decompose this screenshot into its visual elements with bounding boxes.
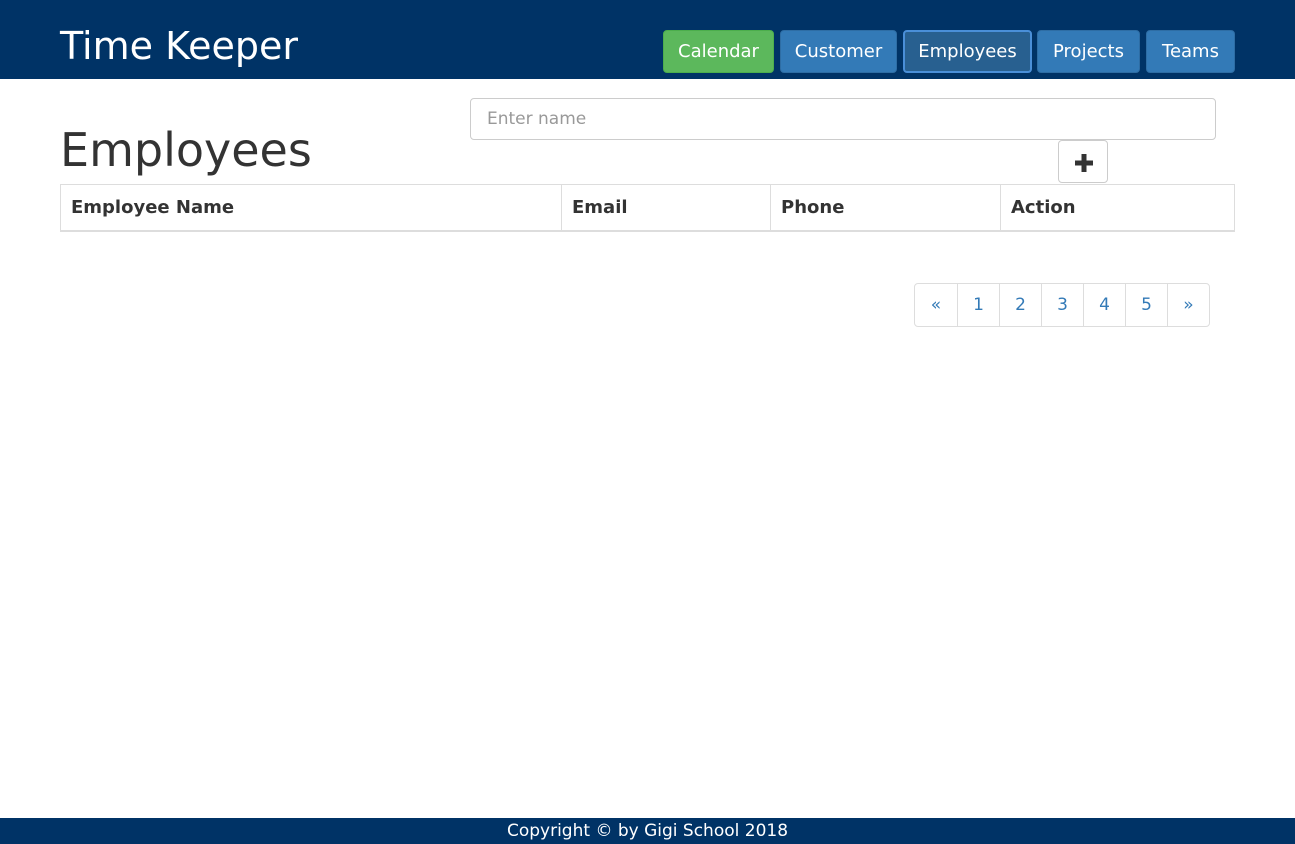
pagination: « 1 2 3 4 5 » xyxy=(914,283,1210,327)
pagination-prev[interactable]: « xyxy=(914,283,958,327)
pagination-page-3[interactable]: 3 xyxy=(1041,283,1084,327)
employees-table: Employee Name Email Phone Action xyxy=(60,184,1235,232)
nav-employees-button[interactable]: Employees xyxy=(903,30,1032,73)
page-title: Employees xyxy=(60,123,312,177)
pagination-page-4[interactable]: 4 xyxy=(1083,283,1126,327)
footer: Copyright © by Gigi School 2018 xyxy=(0,818,1295,844)
pagination-next[interactable]: » xyxy=(1167,283,1210,327)
app-title: Time Keeper xyxy=(60,24,298,68)
plus-icon xyxy=(1075,154,1093,172)
nav-teams-button[interactable]: Teams xyxy=(1146,30,1235,73)
page: Time Keeper Calendar Customer Employees … xyxy=(0,0,1295,844)
table-header-row: Employee Name Email Phone Action xyxy=(60,184,1235,232)
column-header-action: Action xyxy=(1000,184,1235,232)
column-header-employee-name[interactable]: Employee Name xyxy=(60,184,562,232)
pagination-page-1[interactable]: 1 xyxy=(957,283,1000,327)
pagination-page-2[interactable]: 2 xyxy=(999,283,1042,327)
add-employee-button[interactable] xyxy=(1058,140,1108,183)
top-navbar: Time Keeper Calendar Customer Employees … xyxy=(0,0,1295,79)
nav-customer-button[interactable]: Customer xyxy=(780,30,897,73)
pagination-page-5[interactable]: 5 xyxy=(1125,283,1168,327)
search-input[interactable] xyxy=(470,98,1216,140)
nav-projects-button[interactable]: Projects xyxy=(1037,30,1140,73)
nav-calendar-button[interactable]: Calendar xyxy=(663,30,774,73)
column-header-phone[interactable]: Phone xyxy=(770,184,1001,232)
copyright-text: Copyright © by Gigi School 2018 xyxy=(506,821,789,841)
column-header-email[interactable]: Email xyxy=(561,184,771,232)
